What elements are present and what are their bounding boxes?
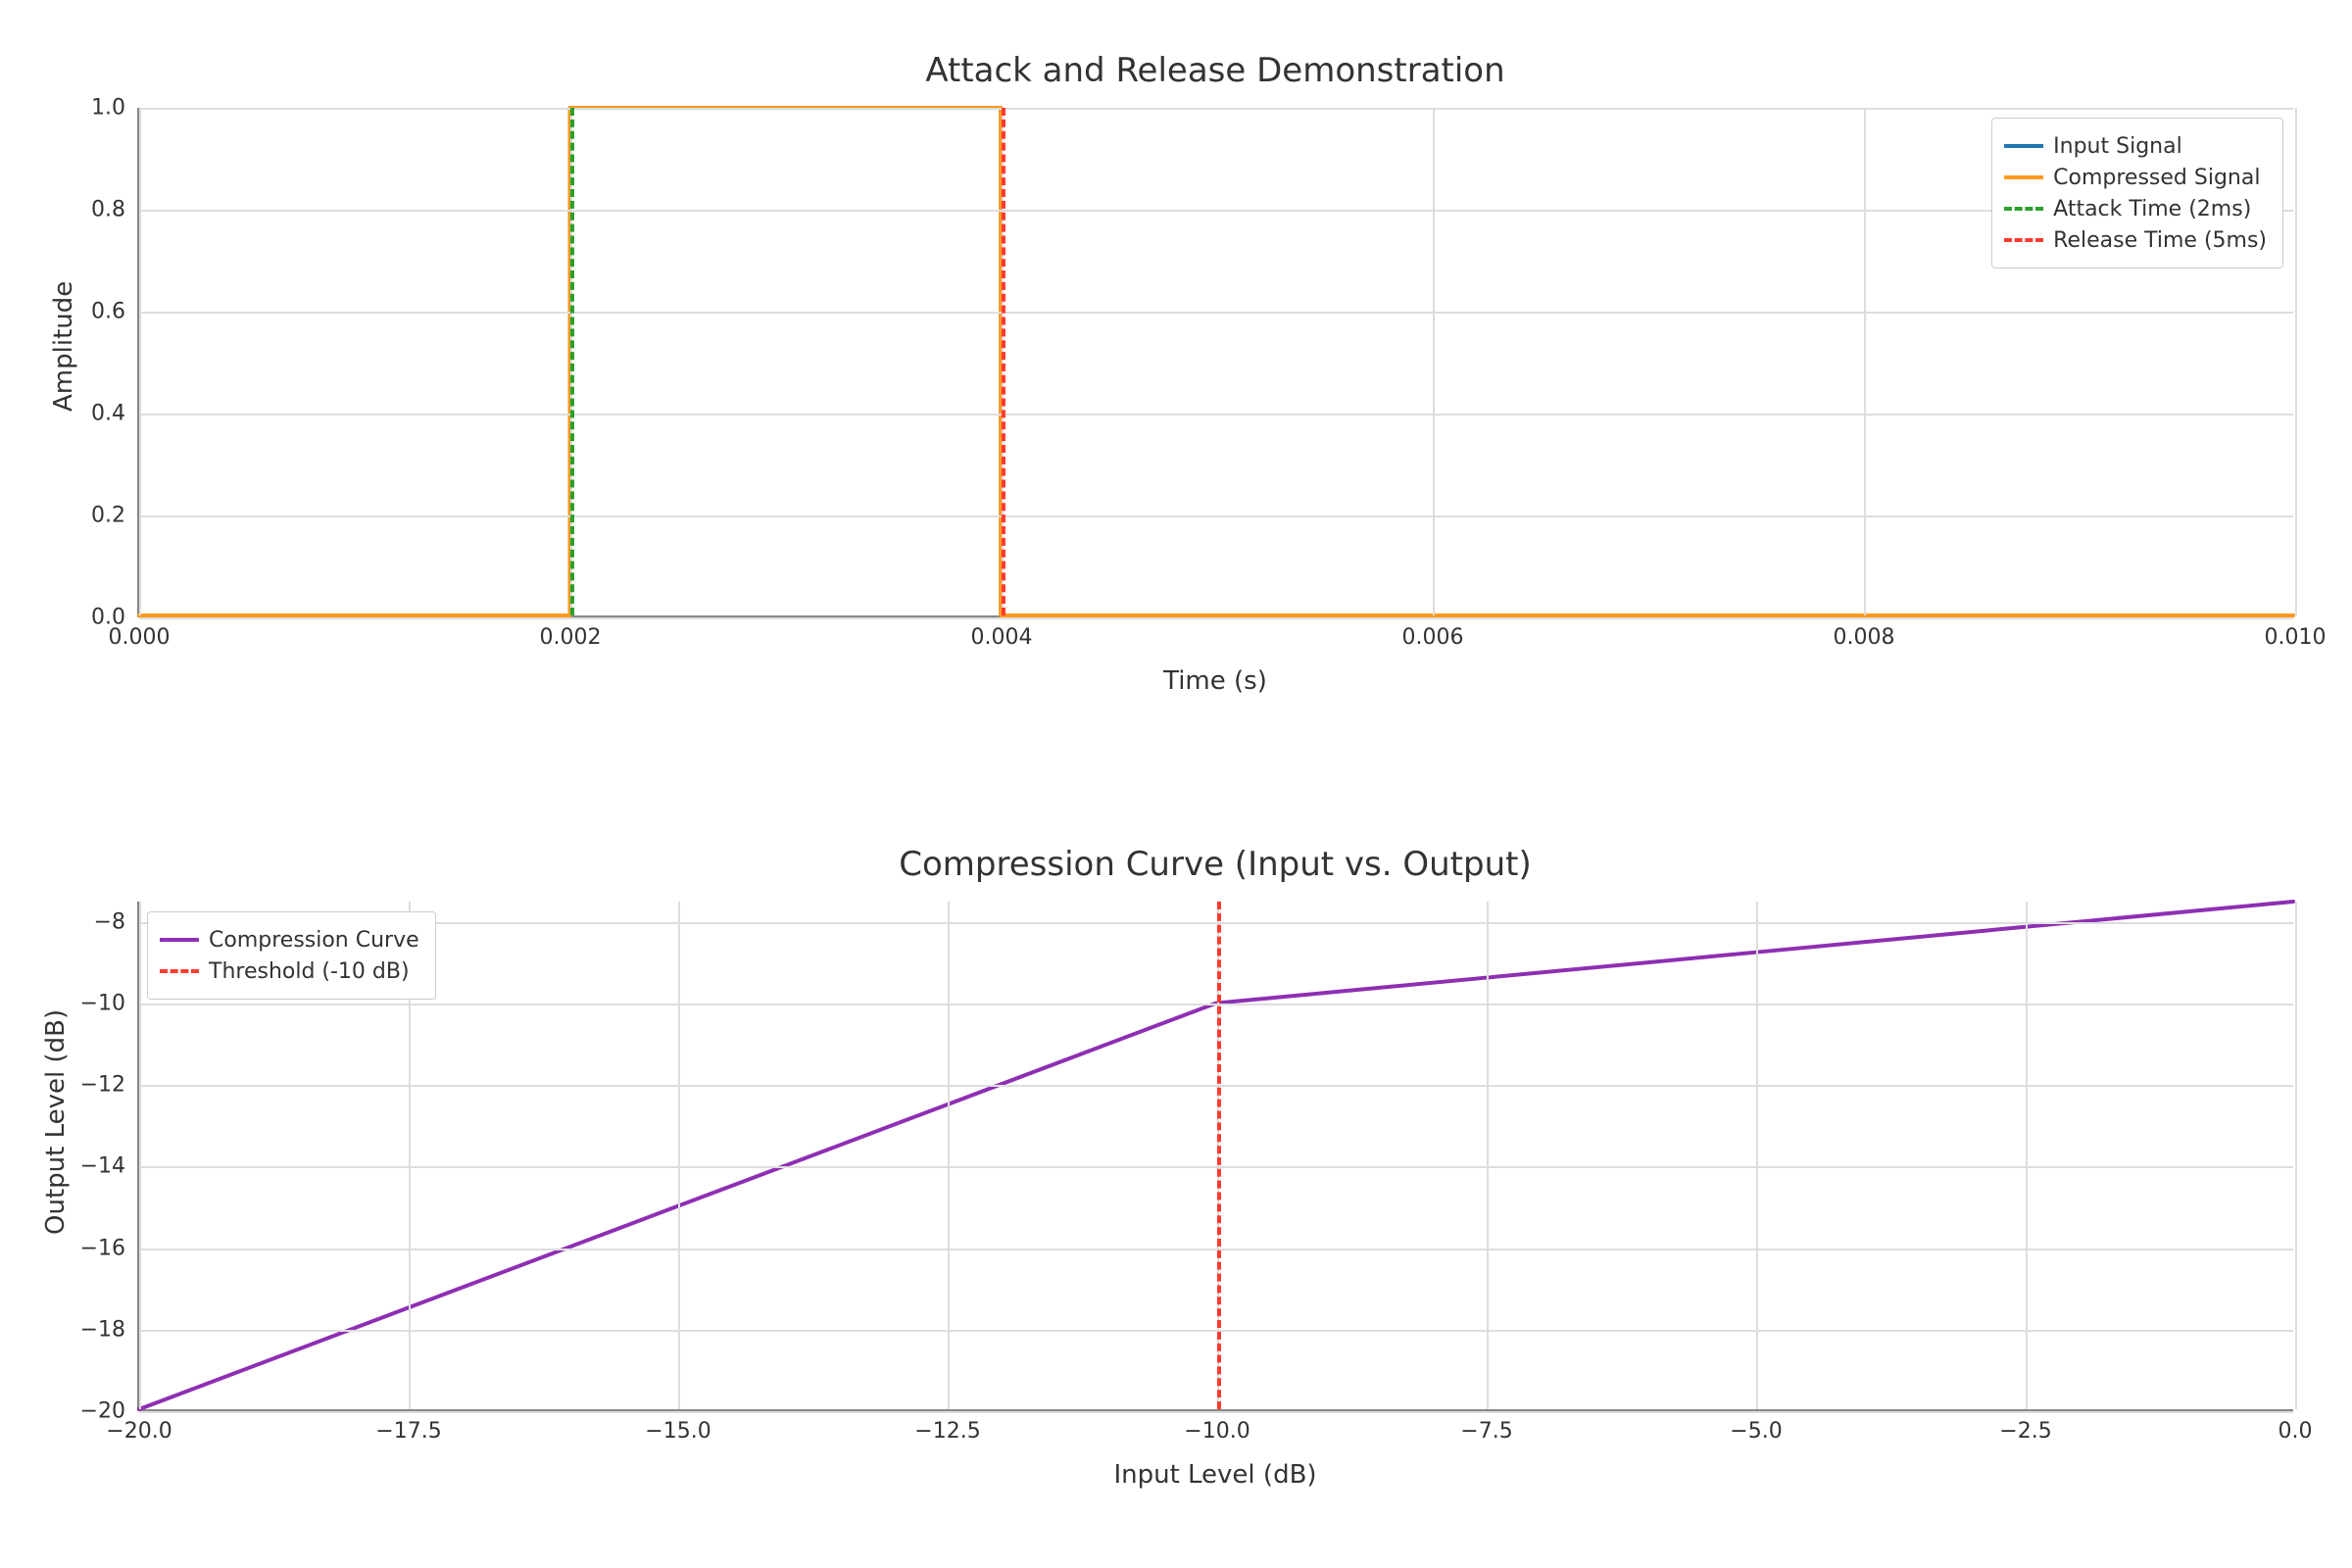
x-tick-label: −7.5 (1460, 1409, 1512, 1444)
y-tick-label: −16 (80, 1236, 139, 1260)
panel-compression-curve: Compression Curve (Input vs. Output) −20… (137, 853, 2293, 1519)
plot-area: 0.0000.0020.0040.0060.0080.0100.00.20.40… (137, 108, 2293, 617)
legend-label: Attack Time (2ms) (2053, 197, 2251, 221)
threshold-line (1002, 108, 1005, 615)
legend-swatch-icon (2004, 144, 2043, 148)
y-tick-label: 0.6 (91, 300, 139, 324)
x-tick-label: 0.0 (2278, 1409, 2313, 1444)
legend-entry: Release Time (5ms) (2004, 224, 2267, 256)
grid-line (139, 1085, 2293, 1087)
x-tick-label: 0.006 (1402, 615, 1464, 650)
legend-label: Release Time (5ms) (2053, 228, 2267, 253)
legend-swatch-icon (2004, 238, 2043, 242)
x-axis-label: Input Level (dB) (137, 1460, 2293, 1490)
y-tick-label: 1.0 (91, 96, 139, 121)
figure: Attack and Release Demonstration 0.0000.… (0, 0, 2352, 1568)
y-tick-label: 0.2 (91, 504, 139, 528)
grid-line (139, 414, 2293, 416)
x-tick-label: 0.010 (2265, 615, 2327, 650)
legend-swatch-icon (160, 969, 199, 973)
legend-entry: Compressed Signal (2004, 162, 2267, 193)
grid-line (948, 902, 950, 1409)
legend-label: Compression Curve (209, 928, 419, 953)
x-tick-label: −17.5 (375, 1409, 441, 1444)
grid-line (139, 1411, 2293, 1413)
grid-line (139, 1166, 2293, 1168)
grid-line (139, 210, 2293, 212)
y-tick-label: −10 (80, 992, 139, 1016)
grid-line (1864, 108, 1866, 615)
x-axis-label: Time (s) (137, 666, 2293, 696)
legend: Input Signal Compressed Signal Attack Ti… (1991, 118, 2283, 269)
grid-line (678, 902, 680, 1409)
grid-line (139, 108, 141, 615)
series-line (139, 108, 2293, 615)
line-plot-svg (139, 902, 2293, 1409)
y-axis-label: Amplitude (49, 281, 78, 412)
threshold-line (1217, 902, 1221, 1409)
grid-line (2295, 108, 2297, 615)
plot-area: −20.0−17.5−15.0−12.5−10.0−7.5−5.0−2.50.0… (137, 902, 2293, 1411)
threshold-line (570, 108, 574, 615)
grid-line (1487, 902, 1489, 1409)
grid-line (139, 1330, 2293, 1332)
y-tick-label: −12 (80, 1073, 139, 1098)
grid-line (139, 922, 2293, 924)
grid-line (2026, 902, 2028, 1409)
y-tick-label: −18 (80, 1317, 139, 1342)
legend-entry: Compression Curve (160, 924, 419, 956)
grid-line (139, 108, 2293, 110)
y-tick-label: −8 (94, 909, 139, 934)
legend-swatch-icon (2004, 207, 2043, 211)
grid-line (139, 902, 141, 1409)
x-tick-label: −15.0 (645, 1409, 710, 1444)
panel-attack-release: Attack and Release Demonstration 0.0000.… (137, 59, 2293, 725)
x-tick-label: 0.004 (971, 615, 1033, 650)
y-tick-label: 0.4 (91, 402, 139, 426)
grid-line (139, 617, 2293, 619)
y-tick-label: −14 (80, 1154, 139, 1179)
y-axis-label: Output Level (dB) (41, 1009, 71, 1235)
legend-label: Threshold (-10 dB) (209, 959, 410, 984)
x-tick-label: −10.0 (1184, 1409, 1250, 1444)
legend-entry: Input Signal (2004, 130, 2267, 162)
x-tick-label: 0.002 (540, 615, 602, 650)
grid-line (2295, 902, 2297, 1409)
series-line (139, 902, 2293, 1409)
grid-line (139, 515, 2293, 517)
legend: Compression Curve Threshold (-10 dB) (147, 911, 436, 1000)
x-tick-label: −12.5 (914, 1409, 980, 1444)
grid-line (139, 1249, 2293, 1250)
legend-swatch-icon (2004, 175, 2043, 179)
legend-swatch-icon (160, 938, 199, 942)
grid-line (1756, 902, 1758, 1409)
legend-entry: Threshold (-10 dB) (160, 956, 419, 987)
line-plot-svg (139, 108, 2293, 615)
grid-line (139, 1004, 2293, 1005)
legend-label: Compressed Signal (2053, 166, 2260, 190)
series-line (139, 108, 2293, 615)
legend-entry: Attack Time (2ms) (2004, 193, 2267, 224)
y-tick-label: −20 (80, 1399, 139, 1424)
chart-title: Attack and Release Demonstration (137, 51, 2293, 90)
x-tick-label: 0.008 (1834, 615, 1895, 650)
y-tick-label: 0.0 (91, 606, 139, 630)
x-tick-label: −2.5 (1999, 1409, 2051, 1444)
grid-line (139, 312, 2293, 314)
x-tick-label: −5.0 (1730, 1409, 1782, 1444)
legend-label: Input Signal (2053, 134, 2182, 159)
chart-title: Compression Curve (Input vs. Output) (137, 845, 2293, 884)
y-tick-label: 0.8 (91, 198, 139, 222)
grid-line (1433, 108, 1435, 615)
